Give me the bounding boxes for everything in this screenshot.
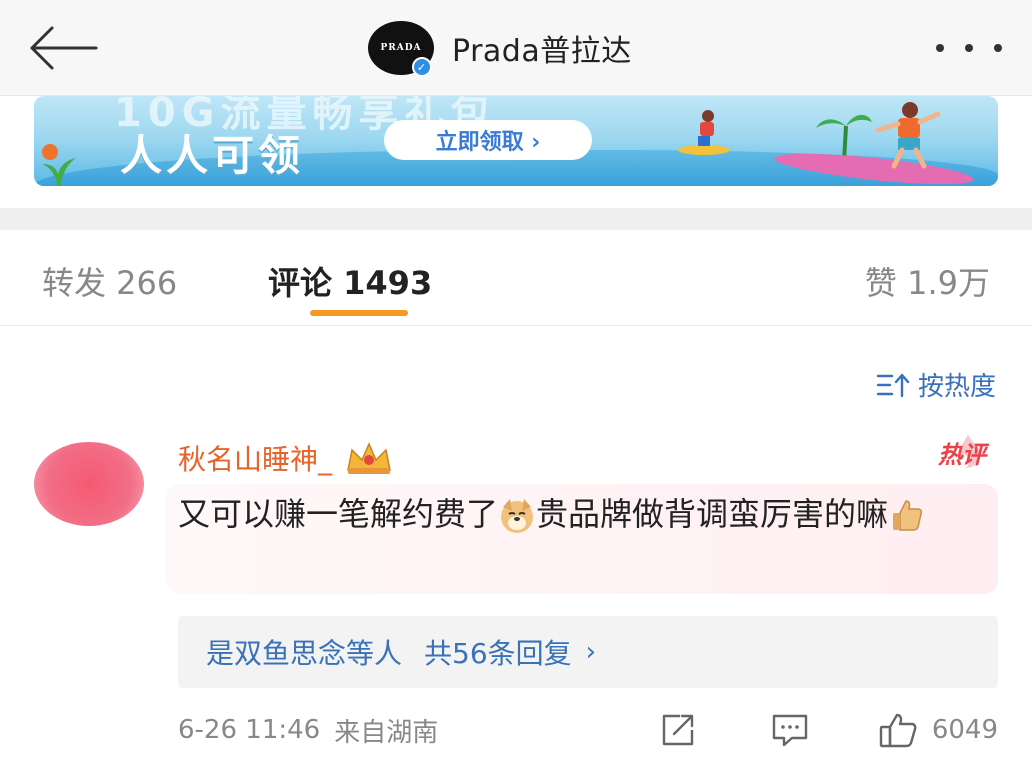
account-name: Prada普拉达 <box>452 34 632 69</box>
promo-banner[interactable]: 10G流量畅享礼包 人人可领 立即领取 › <box>34 96 998 186</box>
comment-reply-icon[interactable] <box>770 712 810 748</box>
back-arrow-icon[interactable] <box>26 24 100 72</box>
commenter-username[interactable]: 秋名山睡神_ <box>178 438 332 478</box>
crown-badge-icon[interactable] <box>342 440 396 476</box>
replies-preview[interactable]: 是双鱼思念等人 共56条回复 › <box>178 616 998 688</box>
tab-comments[interactable]: 评论 1493 <box>268 258 432 304</box>
tab-likes[interactable]: 赞 1.9万 <box>865 258 990 304</box>
like-thumbs-up-icon[interactable] <box>878 712 918 748</box>
comment-item: 秋名山睡神_ 热评 又可以赚一笔解约费了 贵品牌做背调蛮厉害的嘛 是双鱼思念等人… <box>0 430 1032 764</box>
reply-count-link[interactable]: 共56条回复 <box>424 632 572 672</box>
hot-comment-label: 热评 <box>938 441 986 469</box>
comment-timestamp: 6-26 11:46 <box>178 715 321 745</box>
active-tab-indicator <box>310 310 408 316</box>
comment-content[interactable]: 又可以赚一笔解约费了 贵品牌做背调蛮厉害的嘛 <box>166 484 998 594</box>
doge-emoji-icon <box>501 499 534 533</box>
account-title[interactable]: PRADA ✓ Prada普拉达 <box>368 18 632 78</box>
comment-meta: 6-26 11:46 来自湖南 6049 <box>178 710 998 750</box>
comment-actions: 6049 <box>658 710 998 750</box>
sort-label: 按热度 <box>917 372 996 402</box>
commenter-name-row: 秋名山睡神_ <box>178 438 396 478</box>
top-nav-bar: PRADA ✓ Prada普拉达 <box>0 0 1032 96</box>
plant-decoration-icon <box>42 144 76 186</box>
comment-text-part2: 贵品牌做背调蛮厉害的嘛 <box>536 495 889 533</box>
comment-text-part1: 又可以赚一笔解约费了 <box>178 495 499 533</box>
surfer-illustration-icon <box>678 110 730 155</box>
tab-reposts[interactable]: 转发 266 <box>42 258 177 304</box>
verified-badge-icon: ✓ <box>412 57 432 77</box>
avatar-logo-text: PRADA <box>380 43 422 53</box>
chevron-right-icon: › <box>585 637 597 667</box>
banner-main-text: 人人可领 <box>120 131 305 180</box>
section-divider <box>0 208 1032 230</box>
banner-area: 10G流量畅享礼包 人人可领 立即领取 › <box>0 96 1032 208</box>
account-avatar[interactable]: PRADA ✓ <box>368 21 434 77</box>
hot-comment-badge: 热评 <box>910 432 986 472</box>
comment-location: 来自湖南 <box>334 717 439 748</box>
commenter-avatar[interactable] <box>34 442 144 526</box>
more-options-icon[interactable] <box>936 30 1002 66</box>
engagement-tabs: 转发 266 评论 1493 赞 1.9万 <box>0 230 1032 326</box>
sort-by-hot-button[interactable]: 按热度 <box>876 366 996 403</box>
thumbs-up-emoji-icon <box>893 500 923 531</box>
surfer-illustration-icon <box>875 102 941 169</box>
like-count: 6049 <box>931 715 998 745</box>
comment-text: 又可以赚一笔解约费了 贵品牌做背调蛮厉害的嘛 <box>178 490 978 538</box>
sort-icon <box>876 373 910 397</box>
reply-users: 是双鱼思念等人 <box>206 637 403 670</box>
claim-now-button[interactable]: 立即领取 › <box>384 120 592 160</box>
share-icon[interactable] <box>658 712 698 748</box>
